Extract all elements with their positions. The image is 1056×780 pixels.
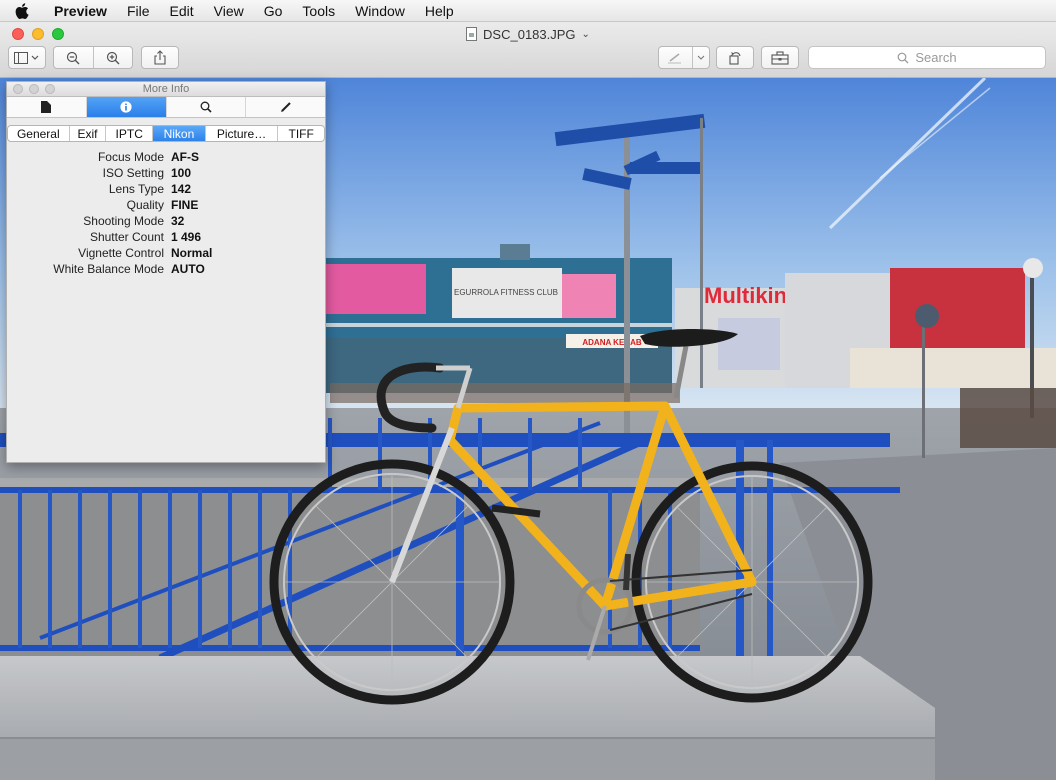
zoom-out-button[interactable] [54,47,93,68]
list-item: Shooting Mode 32 [7,213,325,229]
zoom-in-icon [106,51,120,64]
search-field[interactable]: Search [808,46,1046,69]
list-item: Lens Type 142 [7,181,325,197]
search-placeholder: Search [915,50,957,65]
sidebar-icon [14,51,39,64]
property-key: Quality [126,198,164,212]
menu-tools[interactable]: Tools [292,0,345,22]
menu-app-preview[interactable]: Preview [44,0,117,22]
list-item: Shutter Count 1 496 [7,229,325,245]
property-key: Vignette Control [78,246,164,260]
subtab-picture[interactable]: Picture… [206,126,279,141]
subtab-iptc[interactable]: IPTC [106,126,154,141]
list-item: Quality FINE [7,197,325,213]
kebab-banner-text: ADANA KEBAB [582,338,641,347]
tab-general-info[interactable] [7,97,87,117]
jpeg-document-icon [466,27,478,41]
magnifier-icon [200,101,212,113]
property-value: Normal [171,246,213,260]
property-value: 100 [171,166,192,180]
subtab-general[interactable]: General [8,126,70,141]
rotate-icon [729,51,741,65]
search-icon [897,52,909,63]
zoom-control-group [53,46,133,69]
fitness-club-building: EGURROLA FITNESS CLUB ADANA KEBAB [326,244,672,393]
property-value: 1 496 [171,230,202,244]
property-key: Lens Type [108,182,164,196]
share-button[interactable] [141,46,179,69]
property-value: 32 [171,214,185,228]
info-icon [120,101,132,113]
tab-more-info[interactable] [86,97,167,117]
chevron-down-icon [697,55,705,60]
list-item: Focus Mode AF-S [7,149,325,165]
list-item: ISO Setting 100 [7,165,325,181]
markup-control-group [658,46,710,69]
apple-menu-icon[interactable] [0,2,44,19]
chevron-down-icon: ⌄ [581,28,590,40]
property-key: Focus Mode [97,150,164,164]
property-key: Shutter Count [89,230,164,244]
pencil-icon [280,102,291,112]
property-value: AUTO [171,262,205,276]
document-icon [41,101,52,113]
menu-edit[interactable]: Edit [160,0,204,22]
menu-view[interactable]: View [204,0,254,22]
property-key: White Balance Mode [53,262,164,276]
inspector-titlebar[interactable]: More Info [7,82,325,97]
zoom-out-icon [67,51,80,64]
markup-menu-button[interactable] [691,47,709,68]
window-title-text: DSC_0183.JPG [483,26,576,42]
property-value: FINE [171,198,199,212]
menu-help[interactable]: Help [415,0,464,22]
rotate-button[interactable] [716,46,754,69]
sidebar-toggle-button[interactable] [8,46,46,69]
share-icon [154,50,166,65]
inspector-zoom-button[interactable] [45,84,55,94]
window-toolbar: DSC_0183.JPG ⌄ Search [0,22,1056,78]
tab-annotations[interactable] [246,97,325,117]
subtab-tiff[interactable]: TIFF [278,126,324,141]
billboard-text: EGURROLA FITNESS CLUB [454,288,558,297]
more-info-inspector[interactable]: More Info General Exif IPTC Nikon Pictur… [6,81,326,463]
toolbox-button[interactable] [761,46,799,69]
subtab-nikon[interactable]: Nikon [153,126,206,141]
list-item: White Balance Mode AUTO [7,261,325,277]
metadata-segmented-control: General Exif IPTC Nikon Picture… TIFF [7,125,325,142]
inspector-window-controls [13,84,55,94]
inspector-close-button[interactable] [13,84,23,94]
pen-icon [668,52,682,63]
property-key: Shooting Mode [83,214,164,228]
menu-window[interactable]: Window [345,0,415,22]
markup-button[interactable] [659,47,692,68]
list-item: Vignette Control Normal [7,245,325,261]
inspector-tab-bar [7,97,325,118]
toolbox-icon [771,50,789,65]
multikino-building: Multikino [675,268,1056,388]
subtab-exif[interactable]: Exif [70,126,107,141]
inspector-minimize-button[interactable] [29,84,39,94]
menu-bar: Preview File Edit View Go Tools Window H… [0,0,1056,22]
menu-file[interactable]: File [117,0,160,22]
nikon-metadata-list: Focus Mode AF-S ISO Setting 100 Lens Type 1… [7,149,325,277]
property-value: 142 [171,182,192,196]
inspector-title: More Info [142,83,190,95]
zoom-in-button[interactable] [92,47,132,68]
tab-keywords[interactable] [167,97,247,117]
property-key: ISO Setting [102,166,164,180]
menu-go[interactable]: Go [254,0,293,22]
property-value: AF-S [171,150,199,164]
window-title[interactable]: DSC_0183.JPG ⌄ [0,25,1056,43]
